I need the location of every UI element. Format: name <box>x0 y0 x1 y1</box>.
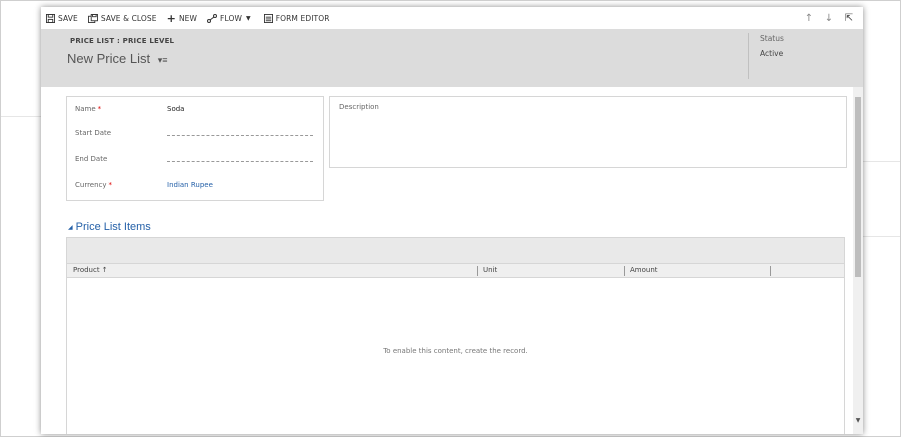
form-editor-button[interactable]: FORM EDITOR <box>259 7 335 29</box>
background-divider <box>1 116 41 117</box>
save-and-close-label: SAVE & CLOSE <box>100 13 157 23</box>
save-label: SAVE <box>58 13 78 23</box>
scrollbar-thumb[interactable] <box>855 97 861 277</box>
section-title: Price List Items <box>75 221 151 233</box>
form-editor-label: FORM EDITOR <box>275 13 330 23</box>
background-divider <box>863 161 900 162</box>
form-body: Name * Soda Start Date End Date Currency *… <box>41 87 853 434</box>
currency-lookup-link[interactable]: Indian Rupee <box>167 181 213 189</box>
arrow-up-icon[interactable]: ↑ <box>799 13 819 24</box>
collapse-caret-icon: ◢ <box>68 223 73 231</box>
flow-button[interactable]: FLOW ▼ <box>202 7 259 29</box>
name-label: Name * <box>75 105 102 113</box>
grid-empty-message: To enable this content, create the recor… <box>383 347 528 355</box>
page-title[interactable]: New Price List ▾≡ <box>67 51 167 66</box>
column-header-product[interactable]: Product ↑ <box>73 266 108 274</box>
status-label: Status <box>760 34 784 43</box>
form-scrollbar[interactable]: ▼ <box>853 87 863 434</box>
form-editor-icon <box>263 13 273 23</box>
name-field[interactable]: Name * Soda <box>75 102 315 116</box>
end-date-input[interactable] <box>167 161 313 162</box>
new-label: NEW <box>178 13 198 23</box>
record-navigation: ↑ ↓ ⇱ <box>799 7 859 29</box>
chevron-down-icon: ▼ <box>245 14 251 22</box>
record-title-text: New Price List <box>67 51 151 66</box>
column-header-amount[interactable]: Amount <box>630 266 658 274</box>
save-and-close-button[interactable]: SAVE & CLOSE <box>83 7 162 29</box>
price-list-items-grid: Product ↑ Unit Amount To enable this con… <box>66 237 845 434</box>
entity-label: PRICE LIST : PRICE LEVEL <box>70 37 175 45</box>
header-divider <box>748 33 749 79</box>
command-bar: SAVE SAVE & CLOSE + NEW FLOW ▼ FORM EDIT… <box>41 7 863 29</box>
flow-icon <box>207 13 218 23</box>
save-close-icon <box>87 13 98 23</box>
record-dialog: SAVE SAVE & CLOSE + NEW FLOW ▼ FORM EDIT… <box>41 7 863 434</box>
save-button[interactable]: SAVE <box>41 7 83 29</box>
record-header: PRICE LIST : PRICE LEVEL New Price List … <box>41 29 863 87</box>
list-menu-icon[interactable]: ▾≡ <box>158 55 168 65</box>
background-divider <box>863 236 900 237</box>
new-button[interactable]: + NEW <box>162 7 202 29</box>
scroll-down-icon[interactable]: ▼ <box>854 417 862 425</box>
save-icon <box>46 13 55 23</box>
currency-label: Currency * <box>75 181 113 189</box>
required-marker: * <box>108 181 113 189</box>
flow-label: FLOW <box>220 13 242 23</box>
grid-header: Product ↑ Unit Amount <box>67 263 844 278</box>
description-label: Description <box>339 103 379 111</box>
start-date-input[interactable] <box>167 135 313 136</box>
end-date-field[interactable]: End Date <box>75 152 315 166</box>
end-date-label: End Date <box>75 155 108 163</box>
column-header-unit[interactable]: Unit <box>483 266 497 274</box>
arrow-down-icon[interactable]: ↓ <box>819 13 839 24</box>
name-value[interactable]: Soda <box>167 105 184 113</box>
price-list-items-section-toggle[interactable]: ◢ Price List Items <box>68 221 151 233</box>
column-separator <box>624 266 625 276</box>
grid-toolbar <box>67 238 844 263</box>
plus-icon: + <box>166 11 176 25</box>
column-separator <box>477 266 478 276</box>
status-value: Active <box>760 49 784 58</box>
column-separator <box>770 266 771 276</box>
required-marker: * <box>97 105 102 113</box>
description-field[interactable]: Description <box>329 96 847 168</box>
start-date-field[interactable]: Start Date <box>75 126 315 140</box>
currency-field[interactable]: Currency * Indian Rupee <box>75 178 315 192</box>
expand-icon[interactable]: ⇱ <box>839 13 859 24</box>
general-section: Name * Soda Start Date End Date Currency *… <box>66 96 324 201</box>
start-date-label: Start Date <box>75 129 112 137</box>
